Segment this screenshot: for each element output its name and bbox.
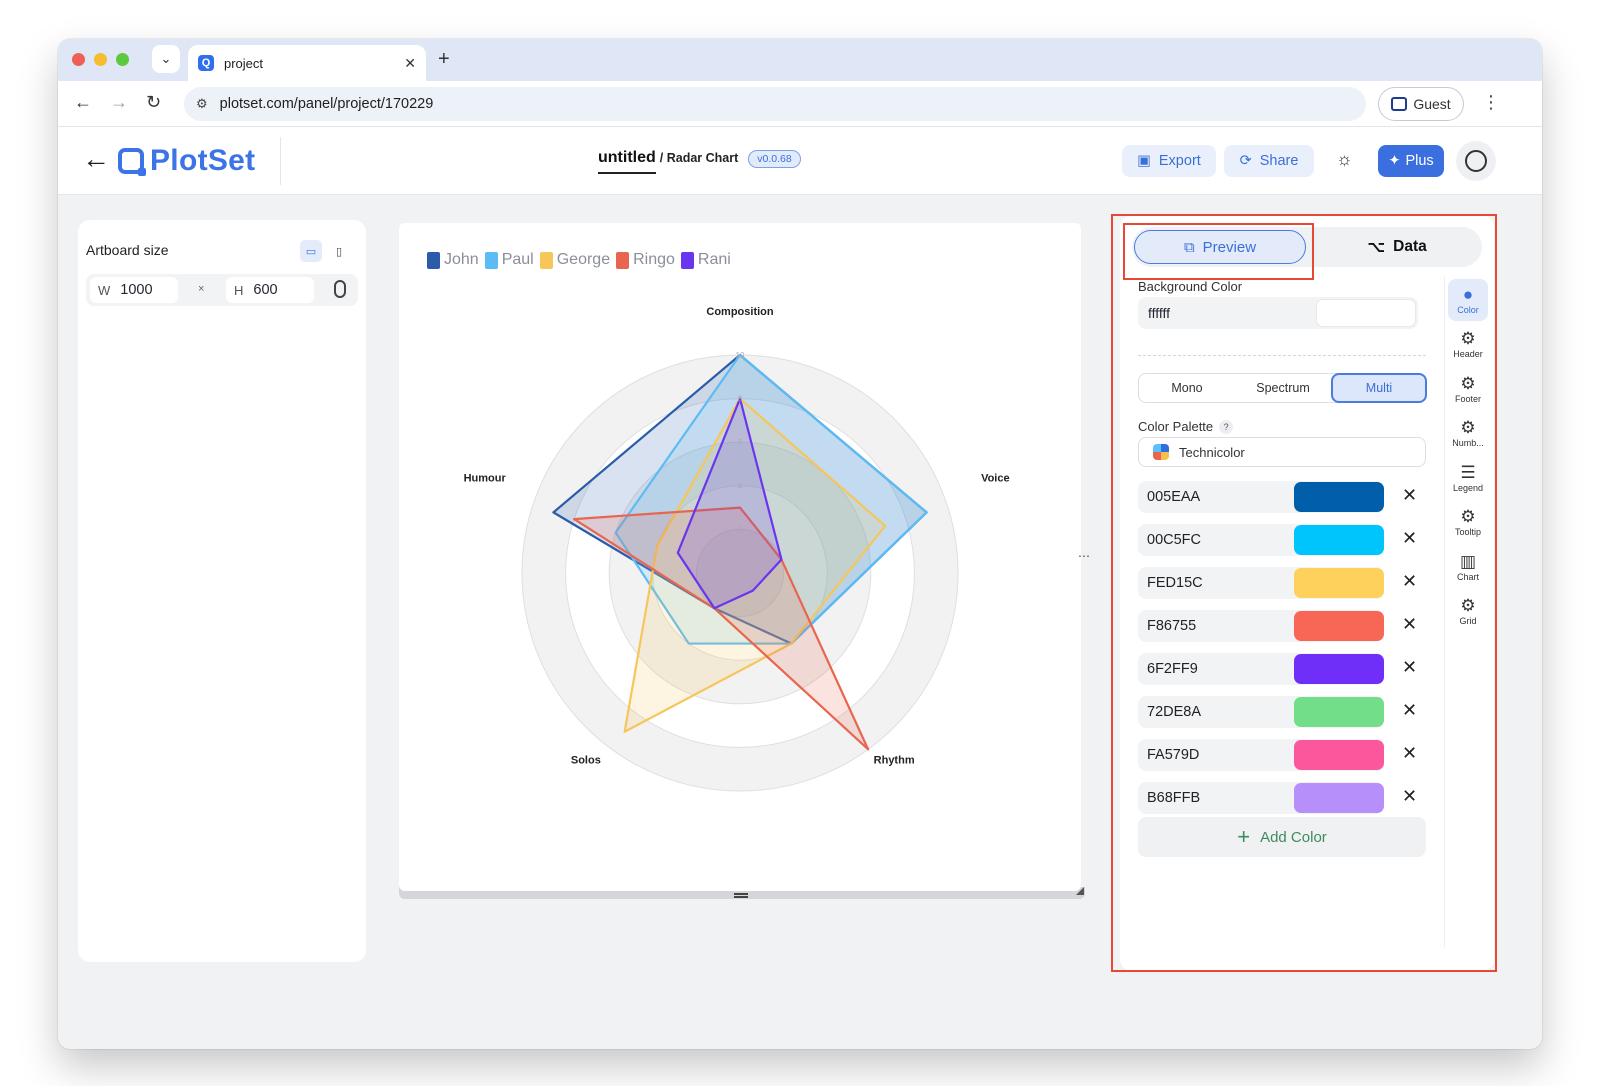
height-input[interactable]: H 600 [226, 277, 314, 303]
size-separator: × [198, 283, 205, 295]
reload-icon[interactable]: ↻ [146, 92, 161, 113]
tab-search-button[interactable]: ⌄ [152, 45, 180, 73]
share-label: Share [1259, 153, 1299, 169]
address-bar[interactable]: ⚙ plotset.com/panel/project/170229 [184, 87, 1366, 121]
artboard-size-row: W 1000 × H 600 [86, 274, 358, 306]
chevron-down-icon: ⌄ [160, 51, 172, 66]
axis-label: Humour [464, 473, 507, 485]
logo-text: PlotSet [150, 144, 256, 177]
width-input[interactable]: W 1000 [90, 277, 178, 303]
annotation-highlight-panel [1111, 214, 1497, 972]
tick-label: 8 [738, 395, 743, 404]
tick-label: 10 [736, 351, 745, 360]
theme-toggle-icon[interactable]: ☼ [1336, 149, 1353, 170]
plotset-logo[interactable]: PlotSet [118, 144, 255, 178]
minimize-window-button[interactable] [94, 53, 107, 66]
browser-menu-icon[interactable]: ⋮ [1482, 92, 1500, 113]
axis-label: Composition [706, 306, 773, 318]
plotset-favicon-icon: Q [198, 55, 214, 71]
plus-label: Plus [1405, 153, 1434, 169]
zoom-window-button[interactable] [116, 53, 129, 66]
radar-chart: 2 4 6 8 10 Composition Voice Rhythm Solos Humour [464, 306, 1010, 792]
url-text: plotset.com/panel/project/170229 [219, 96, 434, 112]
image-icon: ▣ [1137, 153, 1151, 169]
desktop-icon[interactable]: ▭ [300, 240, 322, 262]
browser-tab[interactable]: Q project ✕ [188, 45, 426, 81]
width-prefix: W [98, 282, 111, 298]
app-header: ← PlotSet untitled / Radar Chart v0.0.68… [58, 127, 1542, 195]
height-value: 600 [253, 282, 278, 298]
chart-artboard: John Paul George Ringo Rani 2 4 6 8 10 Compositio… [399, 223, 1081, 891]
export-label: Export [1158, 153, 1201, 169]
browser-window: ⌄ Q project ✕ + ← → ↻ ⚙ plotset.com/pane… [58, 39, 1542, 1049]
tick-label: 2 [738, 525, 743, 534]
mobile-icon[interactable]: ▯ [328, 240, 350, 262]
user-icon [1465, 150, 1487, 172]
back-arrow-icon[interactable]: ← [82, 143, 110, 175]
width-value: 1000 [120, 282, 153, 298]
tick-label: 6 [738, 438, 743, 447]
share-button[interactable]: ⟳ Share [1224, 145, 1314, 177]
aspect-lock-icon[interactable] [334, 280, 346, 298]
profile-icon [1391, 97, 1408, 111]
address-toolbar: ← → ↻ ⚙ plotset.com/panel/project/170229… [58, 81, 1542, 127]
axis-label: Voice [981, 473, 1010, 485]
guest-profile-button[interactable]: Guest [1378, 87, 1464, 121]
side-resize-handle[interactable]: ⋯ [1078, 549, 1090, 563]
forward-icon[interactable]: → [110, 92, 128, 113]
document-title-group: untitled / Radar Chart v0.0.68 [598, 149, 801, 174]
resize-handle-icon[interactable] [734, 893, 748, 898]
axis-label: Solos [571, 754, 601, 766]
site-settings-icon[interactable]: ⚙ [196, 96, 208, 112]
guest-label: Guest [1413, 96, 1451, 112]
new-tab-button[interactable]: + [438, 48, 450, 71]
artboard-panel: Artboard size ▭ ▯ W 1000 × H 600 [78, 220, 366, 962]
tick-label: 4 [738, 482, 743, 491]
axis-label: Rhythm [874, 754, 915, 766]
chart-type-label: / Radar Chart [659, 151, 739, 165]
logo-mark-icon [118, 148, 146, 176]
tab-strip: ⌄ Q project ✕ + [58, 39, 1542, 81]
sparkle-icon: ✦ [1388, 153, 1401, 169]
close-tab-icon[interactable]: ✕ [404, 55, 416, 72]
share-icon: ⟳ [1239, 153, 1252, 169]
close-window-button[interactable] [72, 53, 85, 66]
document-title[interactable]: untitled [598, 149, 656, 174]
user-avatar-button[interactable] [1456, 141, 1496, 181]
height-prefix: H [234, 282, 244, 298]
header-divider [280, 137, 281, 185]
annotation-highlight-preview [1123, 223, 1314, 280]
version-badge: v0.0.68 [748, 150, 801, 168]
tab-title: project [224, 55, 264, 71]
back-icon[interactable]: ← [74, 92, 92, 113]
export-button[interactable]: ▣ Export [1122, 145, 1216, 177]
artboard-size-label: Artboard size [86, 242, 169, 258]
plus-upgrade-button[interactable]: ✦ Plus [1378, 145, 1444, 177]
